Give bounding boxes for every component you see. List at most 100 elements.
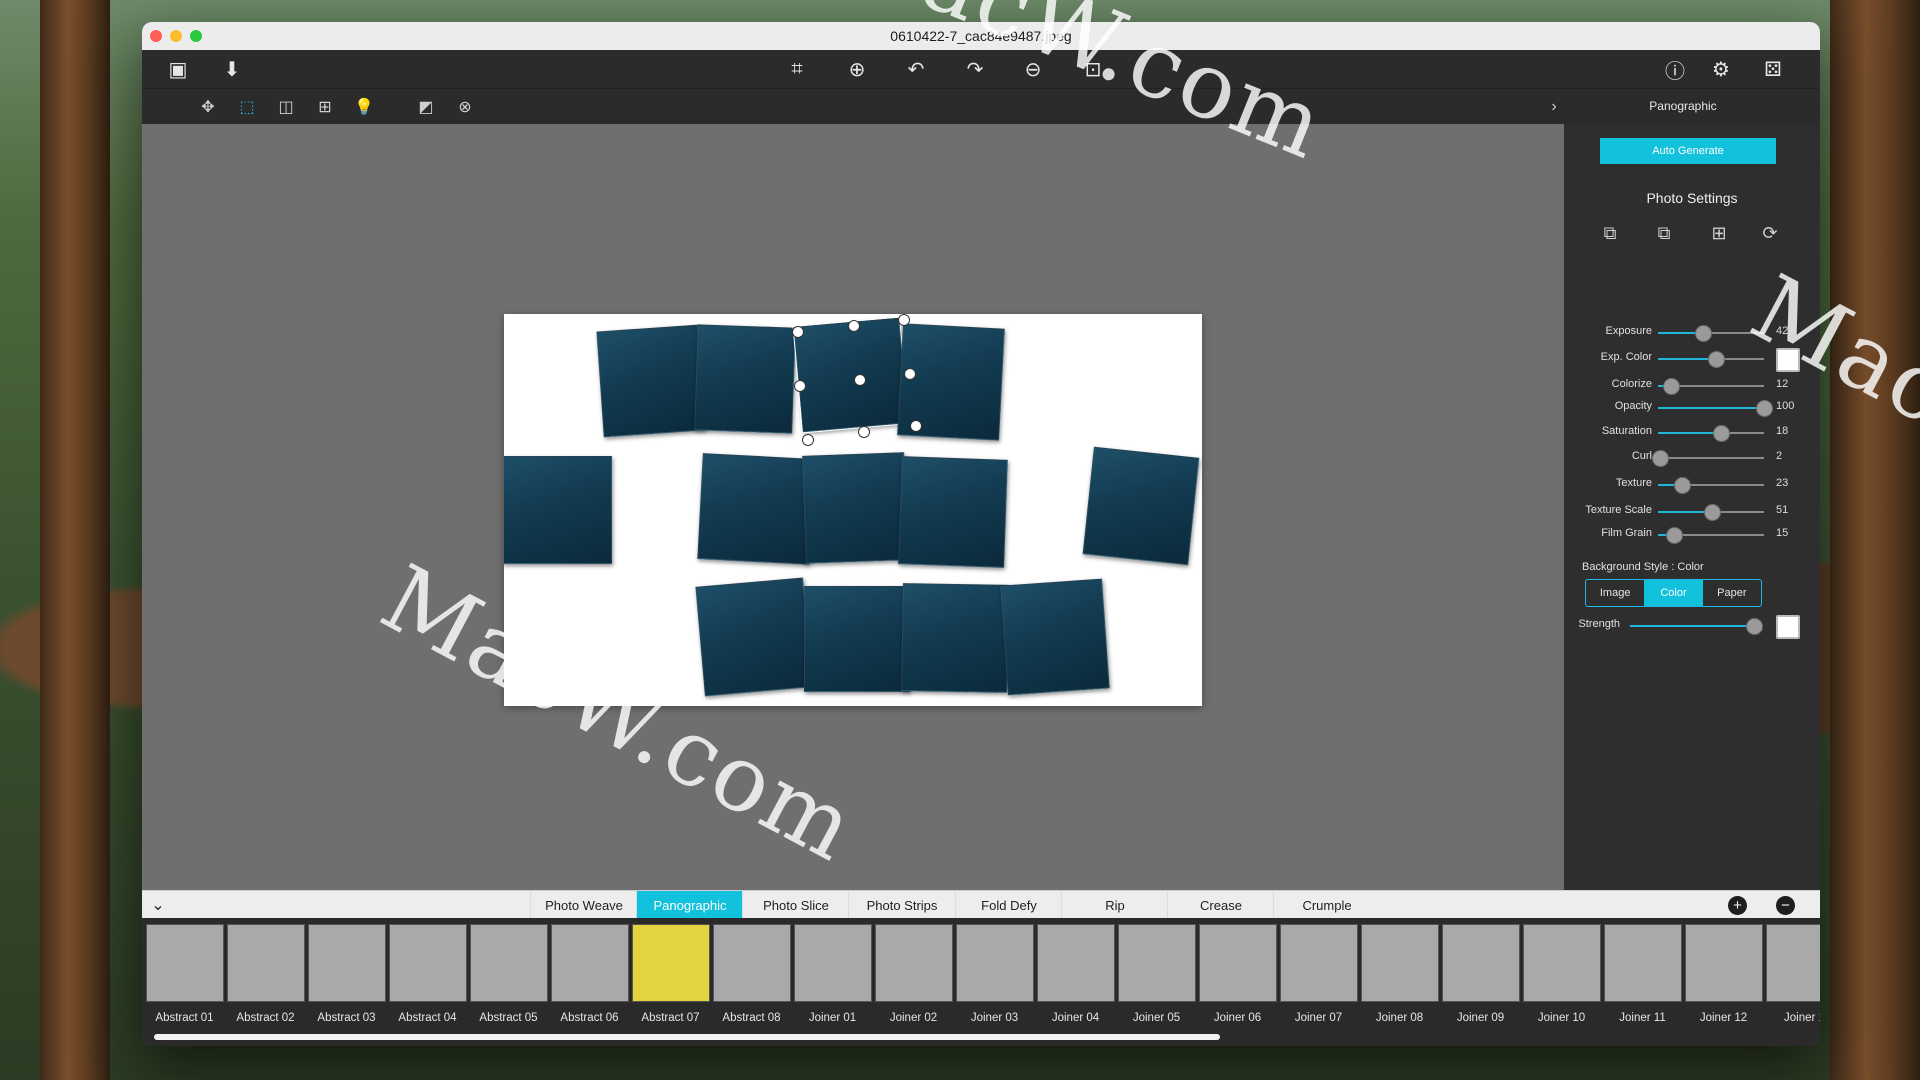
slider-knob[interactable] — [1708, 351, 1726, 368]
effect-tab[interactable]: Photo Weave — [530, 891, 637, 919]
move-icon[interactable]: ✥ — [196, 95, 220, 119]
duplicate-tile-icon[interactable]: ⊞ — [1705, 219, 1733, 247]
preset-thumbnail[interactable] — [308, 924, 386, 1002]
selected-photo-tile[interactable] — [792, 316, 910, 434]
preset-thumbnail[interactable] — [1037, 924, 1115, 1002]
effect-tab[interactable]: Rip — [1061, 891, 1168, 919]
canvas-area[interactable] — [142, 124, 1564, 900]
transform-handle[interactable] — [794, 380, 806, 392]
photo-tile[interactable] — [802, 452, 908, 564]
rotate-left-icon[interactable]: ↶ — [902, 55, 930, 83]
slider-knob[interactable] — [1674, 477, 1692, 494]
preset-thumbnail[interactable] — [1523, 924, 1601, 1002]
transform-handle[interactable] — [858, 426, 870, 438]
transform-handle[interactable] — [802, 434, 814, 446]
send-back-icon[interactable]: ⧉ — [1596, 219, 1624, 247]
zoom-window-button[interactable] — [190, 30, 202, 42]
photo-canvas[interactable] — [504, 314, 1202, 706]
preset-thumbnail[interactable] — [1766, 924, 1820, 1002]
photo-tile[interactable] — [804, 586, 910, 692]
preset-thumbnail[interactable] — [1118, 924, 1196, 1002]
preset-thumbnail[interactable] — [1280, 924, 1358, 1002]
slider-track[interactable] — [1652, 450, 1764, 467]
reset-icon[interactable]: ⟳ — [1756, 219, 1784, 247]
preset-thumbnail[interactable] — [956, 924, 1034, 1002]
transform-handle[interactable] — [898, 314, 910, 326]
bring-forward-icon[interactable]: ⧉ — [1650, 219, 1678, 247]
slider-knob[interactable] — [1746, 618, 1763, 635]
slider-track[interactable] — [1658, 425, 1764, 442]
slider-knob[interactable] — [1704, 504, 1722, 521]
slider-track[interactable] — [1658, 400, 1773, 417]
export-tray-icon[interactable]: ⬇ — [218, 55, 246, 83]
slider-track[interactable] — [1658, 504, 1764, 521]
rotate-right-icon[interactable]: ↷ — [961, 55, 989, 83]
add-tile-icon[interactable]: ⊞ — [313, 95, 337, 119]
zoom-in-icon[interactable]: ⊕ — [843, 55, 871, 83]
photo-tile[interactable] — [504, 456, 612, 564]
zoom-out-icon[interactable]: ⊖ — [1019, 55, 1047, 83]
effect-tab[interactable]: Fold Defy — [955, 891, 1062, 919]
photo-tile[interactable] — [1082, 446, 1200, 566]
slider-track[interactable] — [1658, 477, 1764, 494]
photo-tile[interactable] — [695, 577, 813, 697]
preset-thumbnail[interactable] — [632, 924, 710, 1002]
preset-thumbnail[interactable] — [1361, 924, 1439, 1002]
effect-tab[interactable]: Photo Strips — [848, 891, 955, 919]
transform-handle[interactable] — [792, 326, 804, 338]
photo-frame-icon[interactable]: ▣ — [164, 55, 192, 83]
preset-thumbnail[interactable] — [470, 924, 548, 1002]
preset-thumbnail[interactable] — [146, 924, 224, 1002]
slider-knob[interactable] — [1712, 425, 1730, 442]
slider-knob[interactable] — [1756, 400, 1773, 417]
slider-knob[interactable] — [1665, 527, 1683, 544]
strength-color-swatch[interactable] — [1776, 615, 1800, 639]
slider-track[interactable] — [1658, 351, 1764, 368]
slider-knob[interactable] — [1662, 378, 1680, 395]
effect-tab[interactable]: Panographic — [636, 891, 743, 919]
exposure-color-swatch[interactable] — [1776, 348, 1800, 372]
preset-thumbnail[interactable] — [227, 924, 305, 1002]
photo-tile[interactable] — [898, 456, 1008, 568]
slider-knob[interactable] — [1694, 325, 1712, 342]
preset-thumbnail[interactable] — [713, 924, 791, 1002]
preset-thumbnail[interactable] — [794, 924, 872, 1002]
transform-handle[interactable] — [848, 320, 860, 332]
slider-track[interactable] — [1658, 325, 1764, 342]
photo-tile[interactable] — [901, 583, 1009, 693]
horizontal-scrollbar[interactable] — [154, 1034, 1220, 1040]
transform-handle[interactable] — [854, 374, 866, 386]
effect-tab[interactable]: Crease — [1167, 891, 1274, 919]
strength-slider[interactable] — [1630, 618, 1763, 635]
select-rect-icon[interactable]: ⬚ — [235, 95, 259, 119]
effect-tab[interactable]: Photo Slice — [742, 891, 849, 919]
slider-track[interactable] — [1658, 527, 1764, 544]
transform-handle[interactable] — [904, 368, 916, 380]
crop-icon[interactable]: ⌗ — [783, 55, 811, 83]
random-dice-icon[interactable]: ⚄ — [1756, 55, 1790, 83]
close-window-button[interactable] — [150, 30, 162, 42]
slider-knob[interactable] — [1652, 450, 1670, 467]
clear-icon[interactable]: ⊗ — [453, 95, 477, 119]
preset-thumbnail[interactable] — [1199, 924, 1277, 1002]
collapse-chevron-icon[interactable]: ⌄ — [146, 893, 170, 917]
photo-tile[interactable] — [697, 453, 815, 565]
lightbulb-icon[interactable]: 💡 — [352, 95, 376, 119]
remove-preset-icon[interactable]: − — [1776, 896, 1795, 915]
transform-handle[interactable] — [910, 420, 922, 432]
background-image-icon[interactable]: ◩ — [414, 95, 438, 119]
slider-track[interactable] — [1658, 378, 1764, 395]
settings-icon[interactable]: ⚙ — [1707, 55, 1735, 83]
portrait-icon[interactable]: ◫ — [274, 95, 298, 119]
auto-generate-button[interactable]: Auto Generate — [1600, 138, 1776, 164]
preset-thumbnail[interactable] — [1604, 924, 1682, 1002]
preset-thumbnail[interactable] — [1442, 924, 1520, 1002]
photo-tile[interactable] — [1000, 578, 1110, 696]
bg-color-option[interactable]: Color — [1644, 580, 1703, 606]
preset-thumbnail[interactable] — [875, 924, 953, 1002]
minimize-window-button[interactable] — [170, 30, 182, 42]
bg-image-option[interactable]: Image — [1586, 580, 1644, 606]
effect-tab[interactable]: Crumple — [1273, 891, 1380, 919]
add-preset-icon[interactable]: + — [1728, 896, 1747, 915]
photo-tile[interactable] — [694, 324, 796, 434]
